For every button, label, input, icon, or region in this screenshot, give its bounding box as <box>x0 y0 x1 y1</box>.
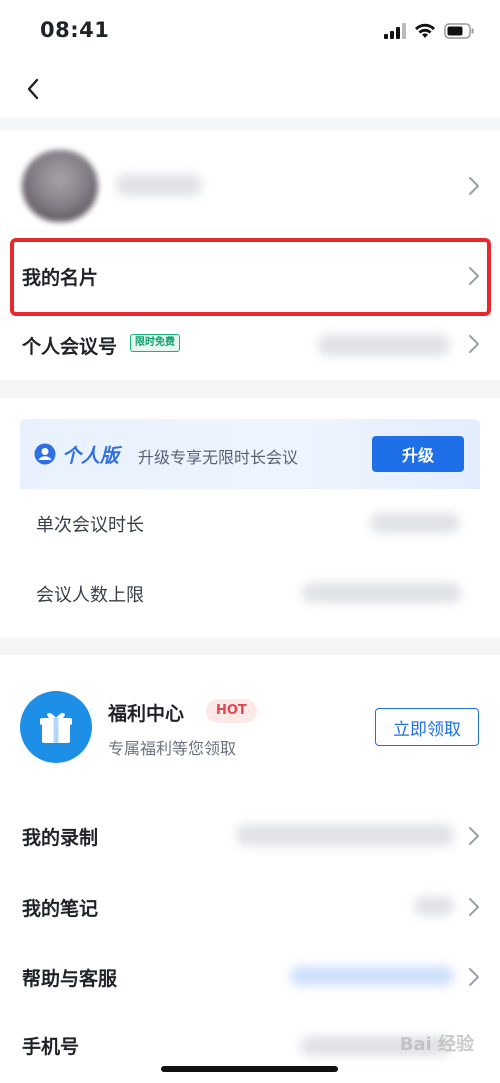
hot-badge: HOT <box>206 699 257 723</box>
watermark: Bai 经验 <box>399 1034 474 1055</box>
menu-item-help[interactable]: 帮助与客服 <box>0 942 500 1012</box>
user-icon <box>34 443 56 465</box>
plan-description: 升级专享无限时长会议 <box>138 448 299 467</box>
avatar <box>22 150 98 222</box>
personal-meeting-id-label: 个人会议号 <box>22 335 118 358</box>
status-icons <box>384 22 474 40</box>
chevron-right-icon <box>469 827 479 845</box>
chevron-right-icon <box>469 898 479 916</box>
welfare-title: 福利中心 <box>108 703 185 725</box>
chevron-left-icon <box>27 78 39 100</box>
welfare-card: 福利中心 HOT 专属福利等您领取 立即领取 <box>0 655 500 800</box>
status-time: 08:41 <box>40 18 110 42</box>
plan-row-label: 会议人数上限 <box>36 585 144 606</box>
gift-icon <box>20 691 92 763</box>
nav-bar <box>0 62 500 118</box>
upgrade-button[interactable]: 升级 <box>372 436 464 472</box>
welfare-subtitle: 专属福利等您领取 <box>108 739 237 758</box>
battery-icon <box>444 23 474 39</box>
back-button[interactable] <box>18 74 48 104</box>
duration-blurred <box>370 513 460 533</box>
profile-row[interactable] <box>0 130 500 240</box>
menu-item-label: 我的录制 <box>22 826 99 849</box>
menu-item-label: 手机号 <box>22 1036 80 1058</box>
plan-card: 个人版 升级专享无限时长会议 升级 单次会议时长 会议人数上限 <box>20 419 480 629</box>
highlight-box <box>10 238 491 316</box>
menu-item-recordings[interactable]: 我的录制 <box>0 800 500 872</box>
plan-title: 个人版 <box>62 445 120 467</box>
gift-glyph <box>40 713 72 743</box>
menu-item-notes[interactable]: 我的笔记 <box>0 872 500 942</box>
home-indicator <box>161 1066 338 1072</box>
help-blurred <box>290 966 454 986</box>
user-name-blurred <box>116 174 202 196</box>
claim-button[interactable]: 立即领取 <box>375 708 479 746</box>
menu-item-label: 我的笔记 <box>22 897 99 920</box>
menu-item-label: 帮助与客服 <box>22 967 118 990</box>
meeting-id-blurred <box>318 334 450 356</box>
plan-header: 个人版 升级专享无限时长会议 升级 <box>20 419 480 489</box>
participant-limit-blurred <box>302 583 462 603</box>
personal-meeting-id-row[interactable]: 个人会议号 <box>0 312 500 378</box>
notes-blurred <box>414 896 454 916</box>
status-bar: 08:41 <box>0 0 500 62</box>
recordings-blurred <box>236 824 454 846</box>
free-tag: 限时免费 <box>130 334 180 352</box>
chevron-right-icon <box>469 335 479 353</box>
wifi-icon <box>415 23 435 38</box>
signal-icon <box>384 23 406 39</box>
chevron-right-icon <box>469 968 479 986</box>
chevron-right-icon <box>469 177 479 195</box>
plan-row-label: 单次会议时长 <box>36 515 144 536</box>
